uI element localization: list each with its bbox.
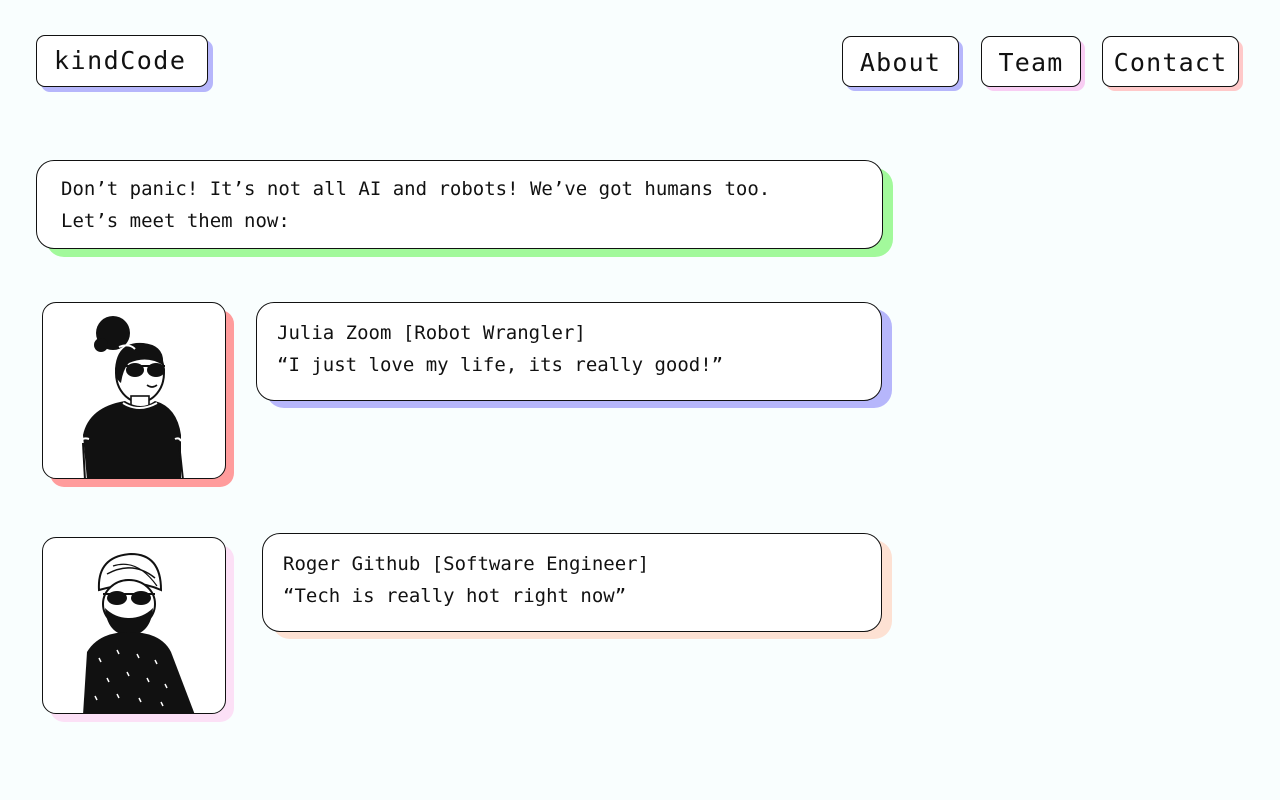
member-quote: “I just love my life, its really good!” [277, 354, 724, 376]
nav-team[interactable]: Team [981, 36, 1081, 87]
logo[interactable]: kindCode [36, 35, 208, 87]
member-card-roger: Roger Github [Software Engineer] “Tech i… [262, 533, 882, 632]
member-card-julia: Julia Zoom [Robot Wrangler] “I just love… [256, 302, 882, 401]
woman-sunglasses-illustration [80, 316, 184, 478]
man-turban-illustration [83, 552, 195, 713]
member-name-role: Roger Github [Software Engineer] [283, 553, 650, 575]
member-quote: “Tech is really hot right now” [283, 585, 627, 607]
intro-message: Don’t panic! It’s not all AI and robots!… [36, 160, 883, 249]
member-name-role: Julia Zoom [Robot Wrangler] [277, 322, 586, 344]
avatar-julia [42, 302, 226, 479]
nav-about[interactable]: About [842, 36, 959, 87]
avatar-roger [42, 537, 226, 714]
intro-line-2: Let’s meet them now: [61, 210, 290, 232]
nav-contact[interactable]: Contact [1102, 36, 1239, 87]
intro-line-1: Don’t panic! It’s not all AI and robots!… [61, 178, 771, 200]
